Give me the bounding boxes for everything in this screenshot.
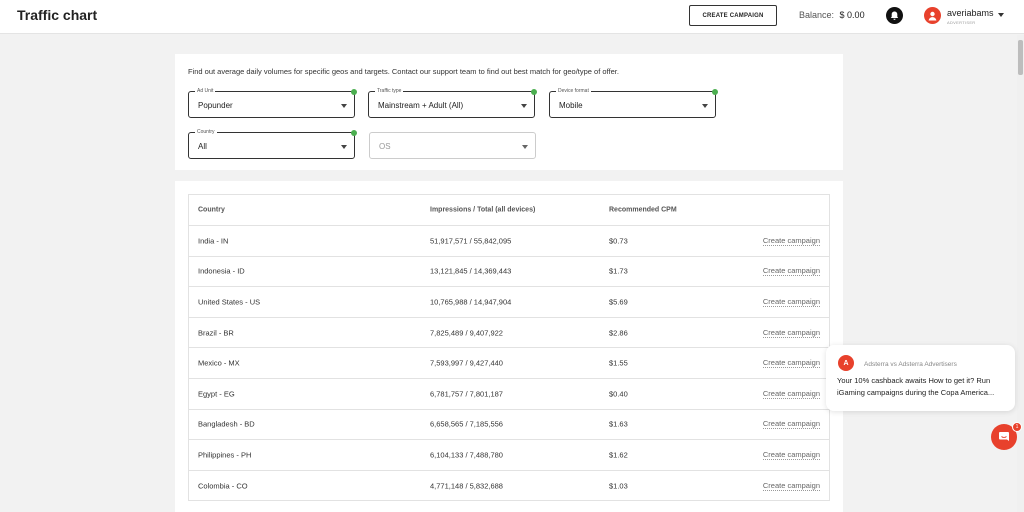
device-format-label: Device format xyxy=(556,88,591,94)
traffic-table-card: Country Impressions / Total (all devices… xyxy=(175,181,843,512)
notification-sender: Adsterra vs Adsterra Advertisers xyxy=(864,361,957,368)
country-select[interactable]: Country All xyxy=(188,129,357,159)
page-scrollbar[interactable] xyxy=(1017,35,1024,512)
table-row: Brazil - BR 7,825,489 / 9,407,922 $2.86 … xyxy=(189,318,829,349)
row-country: United States - US xyxy=(198,297,261,307)
filter-intro-text: Find out average daily volumes for speci… xyxy=(188,67,619,76)
row-impressions: 13,121,845 / 14,369,443 xyxy=(430,266,512,276)
table-row: Philippines - PH 6,104,133 / 7,488,780 $… xyxy=(189,440,829,471)
top-header: Traffic chart CREATE CAMPAIGN Balance: $… xyxy=(0,0,1024,34)
table-row: Bangladesh - BD 6,658,565 / 7,185,556 $1… xyxy=(189,410,829,441)
user-avatar-icon[interactable] xyxy=(924,7,941,24)
column-header-impressions: Impressions / Total (all devices) xyxy=(430,206,536,214)
table-row: Indonesia - ID 13,121,845 / 14,369,443 $… xyxy=(189,257,829,288)
row-impressions: 51,917,571 / 55,842,095 xyxy=(430,236,512,246)
chevron-down-icon xyxy=(341,104,347,108)
create-campaign-link[interactable]: Create campaign xyxy=(762,450,820,460)
row-impressions: 7,825,489 / 9,407,922 xyxy=(430,328,503,338)
row-country: Indonesia - ID xyxy=(198,266,245,276)
table-row: Egypt - EG 6,781,757 / 7,801,187 $0.40 C… xyxy=(189,379,829,410)
sender-avatar: A xyxy=(838,355,854,371)
create-campaign-link[interactable]: Create campaign xyxy=(762,481,820,491)
scrollbar-thumb[interactable] xyxy=(1018,40,1023,75)
balance-label: Balance: xyxy=(799,10,835,20)
row-cpm: $1.63 xyxy=(609,419,628,429)
country-value: All xyxy=(198,142,207,151)
sender-avatar-letter: A xyxy=(843,359,849,367)
device-format-value: Mobile xyxy=(559,101,583,110)
create-campaign-button[interactable]: CREATE CAMPAIGN xyxy=(689,5,777,26)
row-cpm: $1.62 xyxy=(609,450,628,460)
create-campaign-link[interactable]: Create campaign xyxy=(762,266,820,277)
ad-unit-value: Popunder xyxy=(198,101,233,110)
user-menu-chevron-down-icon[interactable] xyxy=(998,13,1004,17)
column-header-country: Country xyxy=(198,206,225,214)
status-dot-icon xyxy=(531,89,537,95)
create-campaign-link[interactable]: Create campaign xyxy=(762,297,820,307)
row-cpm: $0.73 xyxy=(609,236,628,246)
row-country: Bangladesh - BD xyxy=(198,419,255,429)
row-cpm: $1.55 xyxy=(609,358,628,368)
row-country: Brazil - BR xyxy=(198,328,234,338)
balance-display: Balance: $ 0.00 xyxy=(799,10,865,20)
chevron-down-icon xyxy=(522,145,528,149)
row-cpm: $1.73 xyxy=(609,266,628,276)
create-campaign-link[interactable]: Create campaign xyxy=(762,419,820,430)
user-role: ADVERTISER xyxy=(947,20,976,25)
row-country: Egypt - EG xyxy=(198,389,235,399)
status-dot-icon xyxy=(351,130,357,136)
create-campaign-link[interactable]: Create campaign xyxy=(762,389,820,399)
balance-value: $ 0.00 xyxy=(839,10,865,20)
column-header-cpm: Recommended CPM xyxy=(609,206,677,214)
create-campaign-link[interactable]: Create campaign xyxy=(762,358,820,369)
status-dot-icon xyxy=(712,89,718,95)
table-row: Mexico - MX 7,593,997 / 9,427,440 $1.55 … xyxy=(189,348,829,379)
row-country: Mexico - MX xyxy=(198,358,240,368)
traffic-type-label: Traffic type xyxy=(375,88,404,94)
chat-notification-popup[interactable]: A Adsterra vs Adsterra Advertisers Your … xyxy=(826,345,1015,411)
row-country: Philippines - PH xyxy=(198,450,252,460)
row-cpm: $5.69 xyxy=(609,297,628,307)
ad-unit-label: Ad Unit xyxy=(195,88,216,94)
status-dot-icon xyxy=(351,89,357,95)
chat-unread-badge: 1 xyxy=(1012,422,1022,432)
row-cpm: $0.40 xyxy=(609,389,628,399)
os-select: OS xyxy=(369,132,536,159)
row-impressions: 6,104,133 / 7,488,780 xyxy=(430,450,503,460)
table-row: India - IN 51,917,571 / 55,842,095 $0.73… xyxy=(189,226,829,257)
country-label: Country xyxy=(195,129,217,135)
notifications-bell-icon[interactable] xyxy=(886,7,903,24)
row-cpm: $1.03 xyxy=(609,481,628,491)
row-impressions: 7,593,997 / 9,427,440 xyxy=(430,358,503,368)
page-title: Traffic chart xyxy=(17,7,98,23)
row-impressions: 6,658,565 / 7,185,556 xyxy=(430,419,503,429)
table-row: United States - US 10,765,988 / 14,947,9… xyxy=(189,287,829,318)
row-impressions: 6,781,757 / 7,801,187 xyxy=(430,389,503,399)
traffic-table: Country Impressions / Total (all devices… xyxy=(188,194,830,502)
os-placeholder: OS xyxy=(379,142,391,151)
chevron-down-icon xyxy=(702,104,708,108)
row-impressions: 4,771,148 / 5,832,688 xyxy=(430,481,503,491)
traffic-type-value: Mainstream + Adult (All) xyxy=(378,101,464,110)
device-format-select[interactable]: Device format Mobile xyxy=(549,88,718,118)
create-campaign-link[interactable]: Create campaign xyxy=(762,236,820,246)
row-country: India - IN xyxy=(198,236,229,246)
row-cpm: $2.86 xyxy=(609,328,628,338)
username[interactable]: averiabams xyxy=(947,8,994,18)
create-campaign-link[interactable]: Create campaign xyxy=(762,328,820,338)
table-header-row: Country Impressions / Total (all devices… xyxy=(189,195,829,226)
traffic-type-select[interactable]: Traffic type Mainstream + Adult (All) xyxy=(368,88,537,118)
table-row: Colombia - CO 4,771,148 / 5,832,688 $1.0… xyxy=(189,471,829,502)
chevron-down-icon xyxy=(521,104,527,108)
row-impressions: 10,765,988 / 14,947,904 xyxy=(430,297,512,307)
chevron-down-icon xyxy=(341,145,347,149)
row-country: Colombia - CO xyxy=(198,481,248,491)
filter-card: Find out average daily volumes for speci… xyxy=(175,54,843,170)
notification-message: Your 10% cashback awaits How to get it? … xyxy=(837,376,995,397)
ad-unit-select[interactable]: Ad Unit Popunder xyxy=(188,88,357,118)
